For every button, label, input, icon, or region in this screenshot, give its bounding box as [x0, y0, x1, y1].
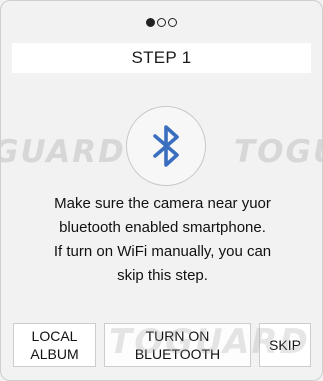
- instruction-text: Make sure the camera near yuor bluetooth…: [21, 192, 304, 288]
- watermark-left: GUARD: [0, 134, 126, 170]
- bluetooth-icon: [153, 125, 179, 167]
- watermark-bottom: TOGUARD: [109, 322, 310, 362]
- local-album-button[interactable]: LOCAL ALBUM: [13, 323, 96, 367]
- bluetooth-badge: [126, 106, 206, 186]
- instruction-line: skip this step.: [117, 267, 208, 284]
- instruction-line: bluetooth enabled smartphone.: [59, 219, 266, 236]
- step-dot-active: [146, 18, 155, 27]
- step-dot: [157, 18, 166, 27]
- instruction-line: If turn on WiFi manually, you can: [53, 243, 272, 260]
- watermark-right: TOGUA: [234, 134, 322, 170]
- step-indicator: [1, 18, 322, 27]
- dialog-frame: STEP 1 GUARD TOGUA Make sure the camera …: [0, 0, 323, 381]
- step-dot: [168, 18, 177, 27]
- instruction-line: Make sure the camera near yuor: [54, 195, 271, 212]
- step-title: STEP 1: [12, 43, 311, 73]
